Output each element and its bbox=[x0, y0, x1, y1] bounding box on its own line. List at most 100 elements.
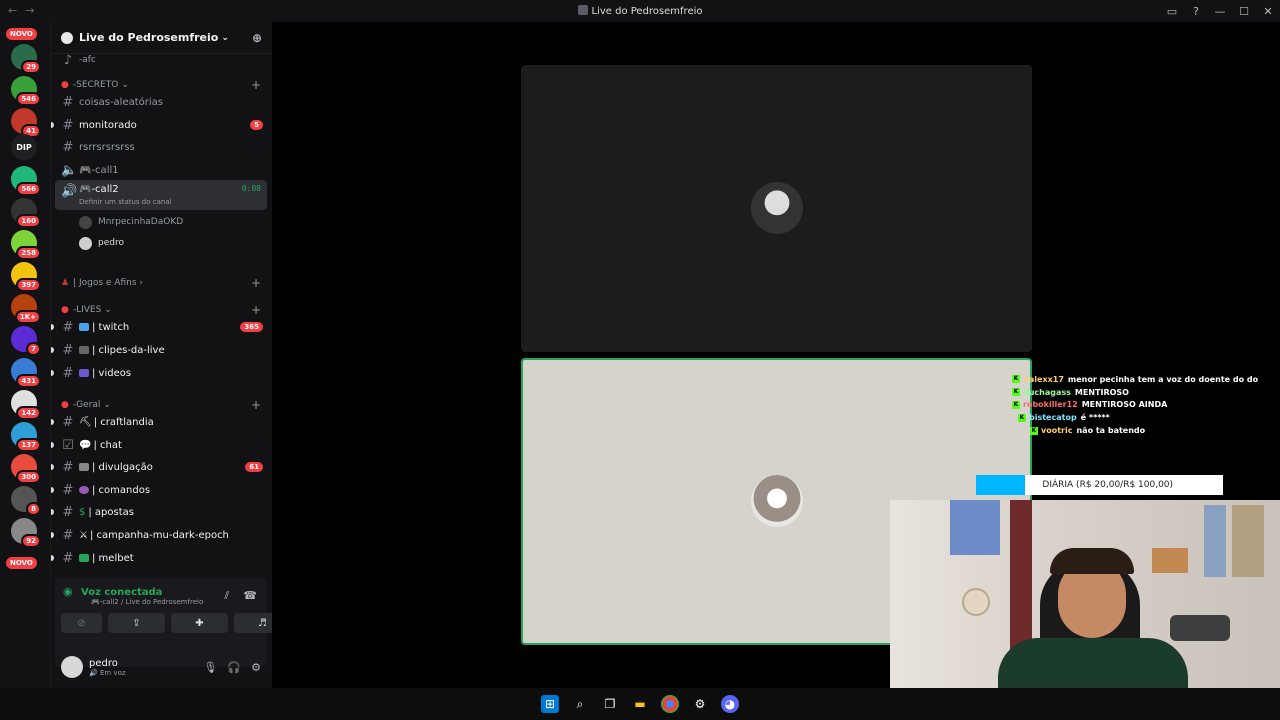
donation-goal-bar: DIÁRIA (R$ 20,00/R$ 100,00) bbox=[976, 475, 1223, 495]
server-icon[interactable]: 137 bbox=[11, 422, 41, 452]
category-secreto[interactable]: ● - SECRETO ⌄ + bbox=[61, 78, 261, 92]
server-icon[interactable]: 566 bbox=[11, 166, 41, 196]
server-badge: 258 bbox=[16, 246, 41, 260]
channel-partial[interactable]: ♪ -afc bbox=[55, 50, 267, 70]
robot-icon bbox=[79, 486, 89, 494]
add-channel-icon[interactable]: + bbox=[251, 78, 261, 92]
channel-campanha[interactable]: # ⚔ | campanha-mu-dark-epoch bbox=[51, 525, 267, 545]
category-geral[interactable]: ● - Geral ⌄ + bbox=[61, 398, 261, 412]
category-lives[interactable]: ● - LIVES ⌄ + bbox=[61, 303, 261, 317]
channel-craftlandia[interactable]: # ⛏ | craftlandia bbox=[51, 412, 267, 432]
channel-monitorado[interactable]: # monitorado 5 bbox=[51, 115, 267, 135]
server-icon[interactable]: 160 bbox=[11, 198, 41, 228]
unread-indicator bbox=[51, 324, 54, 330]
channel-coisas-aleatorias[interactable]: # coisas-aleatórias bbox=[55, 92, 267, 112]
server-badge: 566 bbox=[16, 182, 41, 196]
windows-start-icon[interactable]: ⊞ bbox=[541, 695, 559, 713]
microphone-icon[interactable]: 🎙 bbox=[203, 661, 217, 674]
server-badge: 8 bbox=[26, 502, 41, 516]
channel-videos[interactable]: # | videos bbox=[51, 363, 267, 383]
minimize-button[interactable]: — bbox=[1208, 5, 1232, 18]
signal-icon[interactable]: ◉ bbox=[63, 585, 77, 599]
channel-apostas[interactable]: # $ | apostas bbox=[51, 502, 267, 522]
file-explorer-icon[interactable]: ▬ bbox=[631, 695, 649, 713]
streamer-hair bbox=[1050, 548, 1134, 574]
server-icon[interactable]: 92 bbox=[11, 518, 41, 548]
server-icon[interactable]: 29 bbox=[11, 44, 41, 74]
controller-icon: 🎮 bbox=[91, 598, 100, 606]
chevron-down-icon: ⌄ bbox=[103, 400, 111, 410]
add-channel-icon[interactable]: + bbox=[251, 398, 261, 412]
chevron-down-icon: ⌄ bbox=[121, 80, 129, 90]
kick-icon: K bbox=[1012, 375, 1020, 384]
headphones-icon[interactable]: 🎧 bbox=[227, 661, 241, 674]
category-emoji-icon: ♟ bbox=[61, 278, 70, 288]
voice-channel-call2[interactable]: 🔊 🎮 -call2 0:08 Definir um status do canal bbox=[55, 180, 267, 210]
participant-tile[interactable] bbox=[521, 65, 1032, 352]
add-channel-icon[interactable]: + bbox=[251, 303, 261, 317]
search-icon[interactable]: ⌕ bbox=[571, 695, 589, 713]
disconnect-icon[interactable]: ☎ bbox=[243, 589, 257, 603]
unread-indicator bbox=[51, 555, 54, 561]
discord-taskbar-icon[interactable]: ◕ bbox=[721, 695, 739, 713]
voice-user[interactable]: MnrpecinhaDaOKD bbox=[79, 212, 183, 232]
chrome-icon[interactable] bbox=[661, 695, 679, 713]
user-info[interactable]: pedro 🔊 Em voz bbox=[89, 658, 126, 677]
channel-status[interactable]: Definir um status do canal bbox=[79, 198, 172, 206]
server-icon[interactable]: 8 bbox=[11, 486, 41, 516]
category-jogos[interactable]: ♟ | Jogos e Afins › + bbox=[61, 276, 261, 290]
server-icon[interactable]: 300 bbox=[11, 454, 41, 484]
maximize-button[interactable]: ☐ bbox=[1232, 5, 1256, 18]
hash-icon: # bbox=[62, 117, 74, 133]
hash-icon: # bbox=[62, 459, 74, 475]
add-channel-icon[interactable]: + bbox=[251, 276, 261, 290]
avatar[interactable] bbox=[61, 656, 83, 678]
server-badge: 92 bbox=[21, 534, 41, 548]
screen-share-button[interactable]: ⇪ bbox=[108, 613, 165, 633]
chat-line: Krobokiller12 MENTIROSO AINDA bbox=[1012, 400, 1168, 410]
channel-clipes[interactable]: # | clipes-da-live bbox=[51, 340, 267, 360]
user-status: 🔊 Em voz bbox=[89, 668, 126, 677]
hash-icon: ☑ bbox=[62, 437, 74, 453]
server-icon[interactable]: 546 bbox=[11, 76, 41, 106]
controller-icon: 🎮 bbox=[79, 164, 92, 176]
server-icon[interactable]: 397 bbox=[11, 262, 41, 292]
activities-button[interactable]: ✚ bbox=[171, 613, 228, 633]
voice-channel-call1[interactable]: 🔈 🎮 -call1 bbox=[55, 160, 267, 180]
unread-indicator bbox=[51, 442, 54, 448]
channel-comandos[interactable]: # | comandos bbox=[51, 480, 267, 500]
user-panel: pedro 🔊 Em voz 🎙 🎧 ⚙ bbox=[55, 650, 267, 684]
help-icon[interactable]: ? bbox=[1184, 5, 1208, 18]
controller-icon: 🎮 bbox=[79, 184, 92, 195]
steam-icon[interactable]: ⚙ bbox=[691, 695, 709, 713]
chat-line: K Calexx17 menor pecinha tem a voz do doen… bbox=[1012, 374, 1259, 384]
server-icon[interactable]: 258 bbox=[11, 230, 41, 260]
channel-twitch[interactable]: # | twitch 365 bbox=[51, 317, 267, 337]
add-member-icon[interactable]: ⊕ bbox=[252, 31, 262, 45]
server-icon[interactable]: 41 bbox=[11, 108, 41, 138]
task-view-icon[interactable]: ❐ bbox=[601, 695, 619, 713]
server-icon[interactable]: 1K+ bbox=[11, 294, 41, 324]
server-icon[interactable]: 431 bbox=[11, 358, 41, 388]
guild-name: Live do Pedrosemfreio bbox=[79, 31, 219, 44]
channel-divulgacao[interactable]: # | divulgação 61 bbox=[51, 457, 267, 477]
voice-location[interactable]: 🎮-call2 / Live do Pedrosemfreio bbox=[91, 598, 203, 606]
voice-status[interactable]: Voz conectada bbox=[81, 587, 162, 598]
voice-user[interactable]: pedro bbox=[79, 233, 124, 253]
channel-melbet[interactable]: # | melbet bbox=[51, 548, 267, 568]
server-icon[interactable]: 142 bbox=[11, 390, 41, 420]
server-icon[interactable]: DIP bbox=[11, 134, 37, 160]
camera-button[interactable]: ⊘ bbox=[61, 613, 102, 633]
inbox-icon[interactable]: ▭ bbox=[1160, 5, 1184, 18]
hash-icon: # bbox=[62, 527, 74, 543]
channel-chat[interactable]: ☑ 💬 | chat bbox=[51, 435, 267, 455]
noise-suppression-icon[interactable]: ⫽ bbox=[224, 589, 229, 603]
server-badge: 397 bbox=[16, 278, 41, 292]
pickaxe-icon: ⛏ bbox=[79, 416, 92, 428]
unread-indicator bbox=[51, 487, 54, 493]
hash-icon: # bbox=[62, 414, 74, 430]
close-button[interactable]: ✕ bbox=[1256, 5, 1280, 18]
channel-rsrr[interactable]: # rsrrsrsrsrss bbox=[55, 137, 267, 157]
server-icon[interactable]: 7 bbox=[11, 326, 41, 356]
gear-icon[interactable]: ⚙ bbox=[251, 661, 261, 674]
